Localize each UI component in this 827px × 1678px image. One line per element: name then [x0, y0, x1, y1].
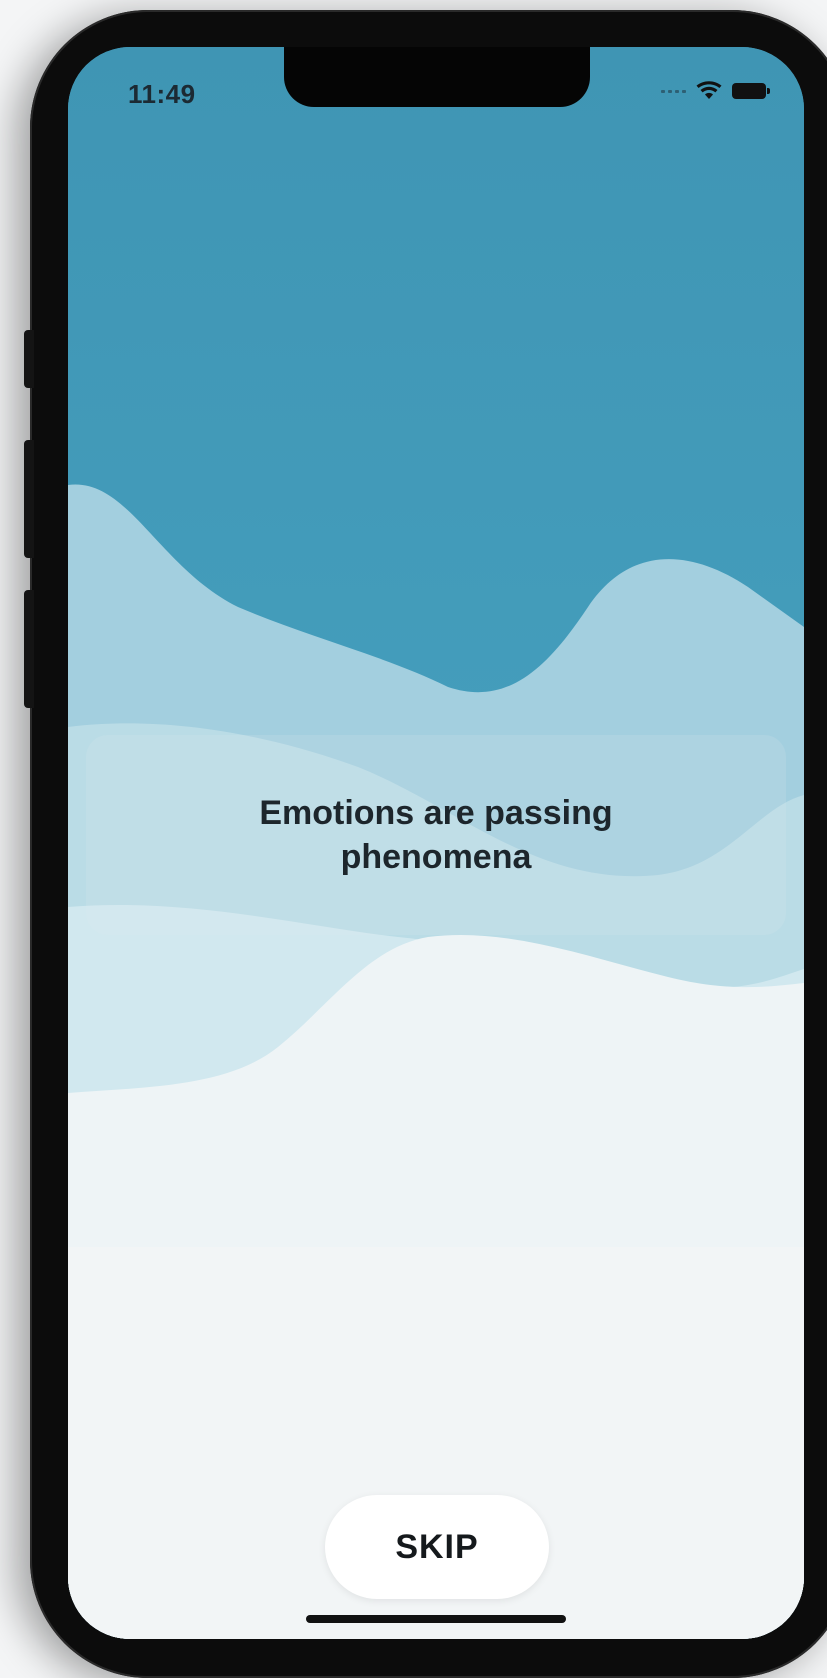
volume-up-button	[24, 440, 34, 558]
device-notch	[284, 47, 590, 107]
quote-text: Emotions are passing phenomena	[259, 794, 613, 876]
status-icons	[661, 81, 770, 101]
wifi-icon	[696, 81, 722, 99]
app-screen: 11:49 Emotions are passing phenomena SKI…	[68, 47, 804, 1639]
quote-card: Emotions are passing phenomena	[86, 735, 786, 935]
skip-button[interactable]: SKIP	[325, 1495, 549, 1599]
home-indicator[interactable]	[306, 1615, 566, 1623]
mute-switch	[24, 330, 34, 388]
volume-down-button	[24, 590, 34, 708]
cellular-signal-icon	[661, 89, 686, 93]
status-time: 11:49	[128, 79, 196, 109]
battery-icon	[732, 83, 770, 99]
device-mockup: 11:49 Emotions are passing phenomena SKI…	[0, 0, 827, 1678]
